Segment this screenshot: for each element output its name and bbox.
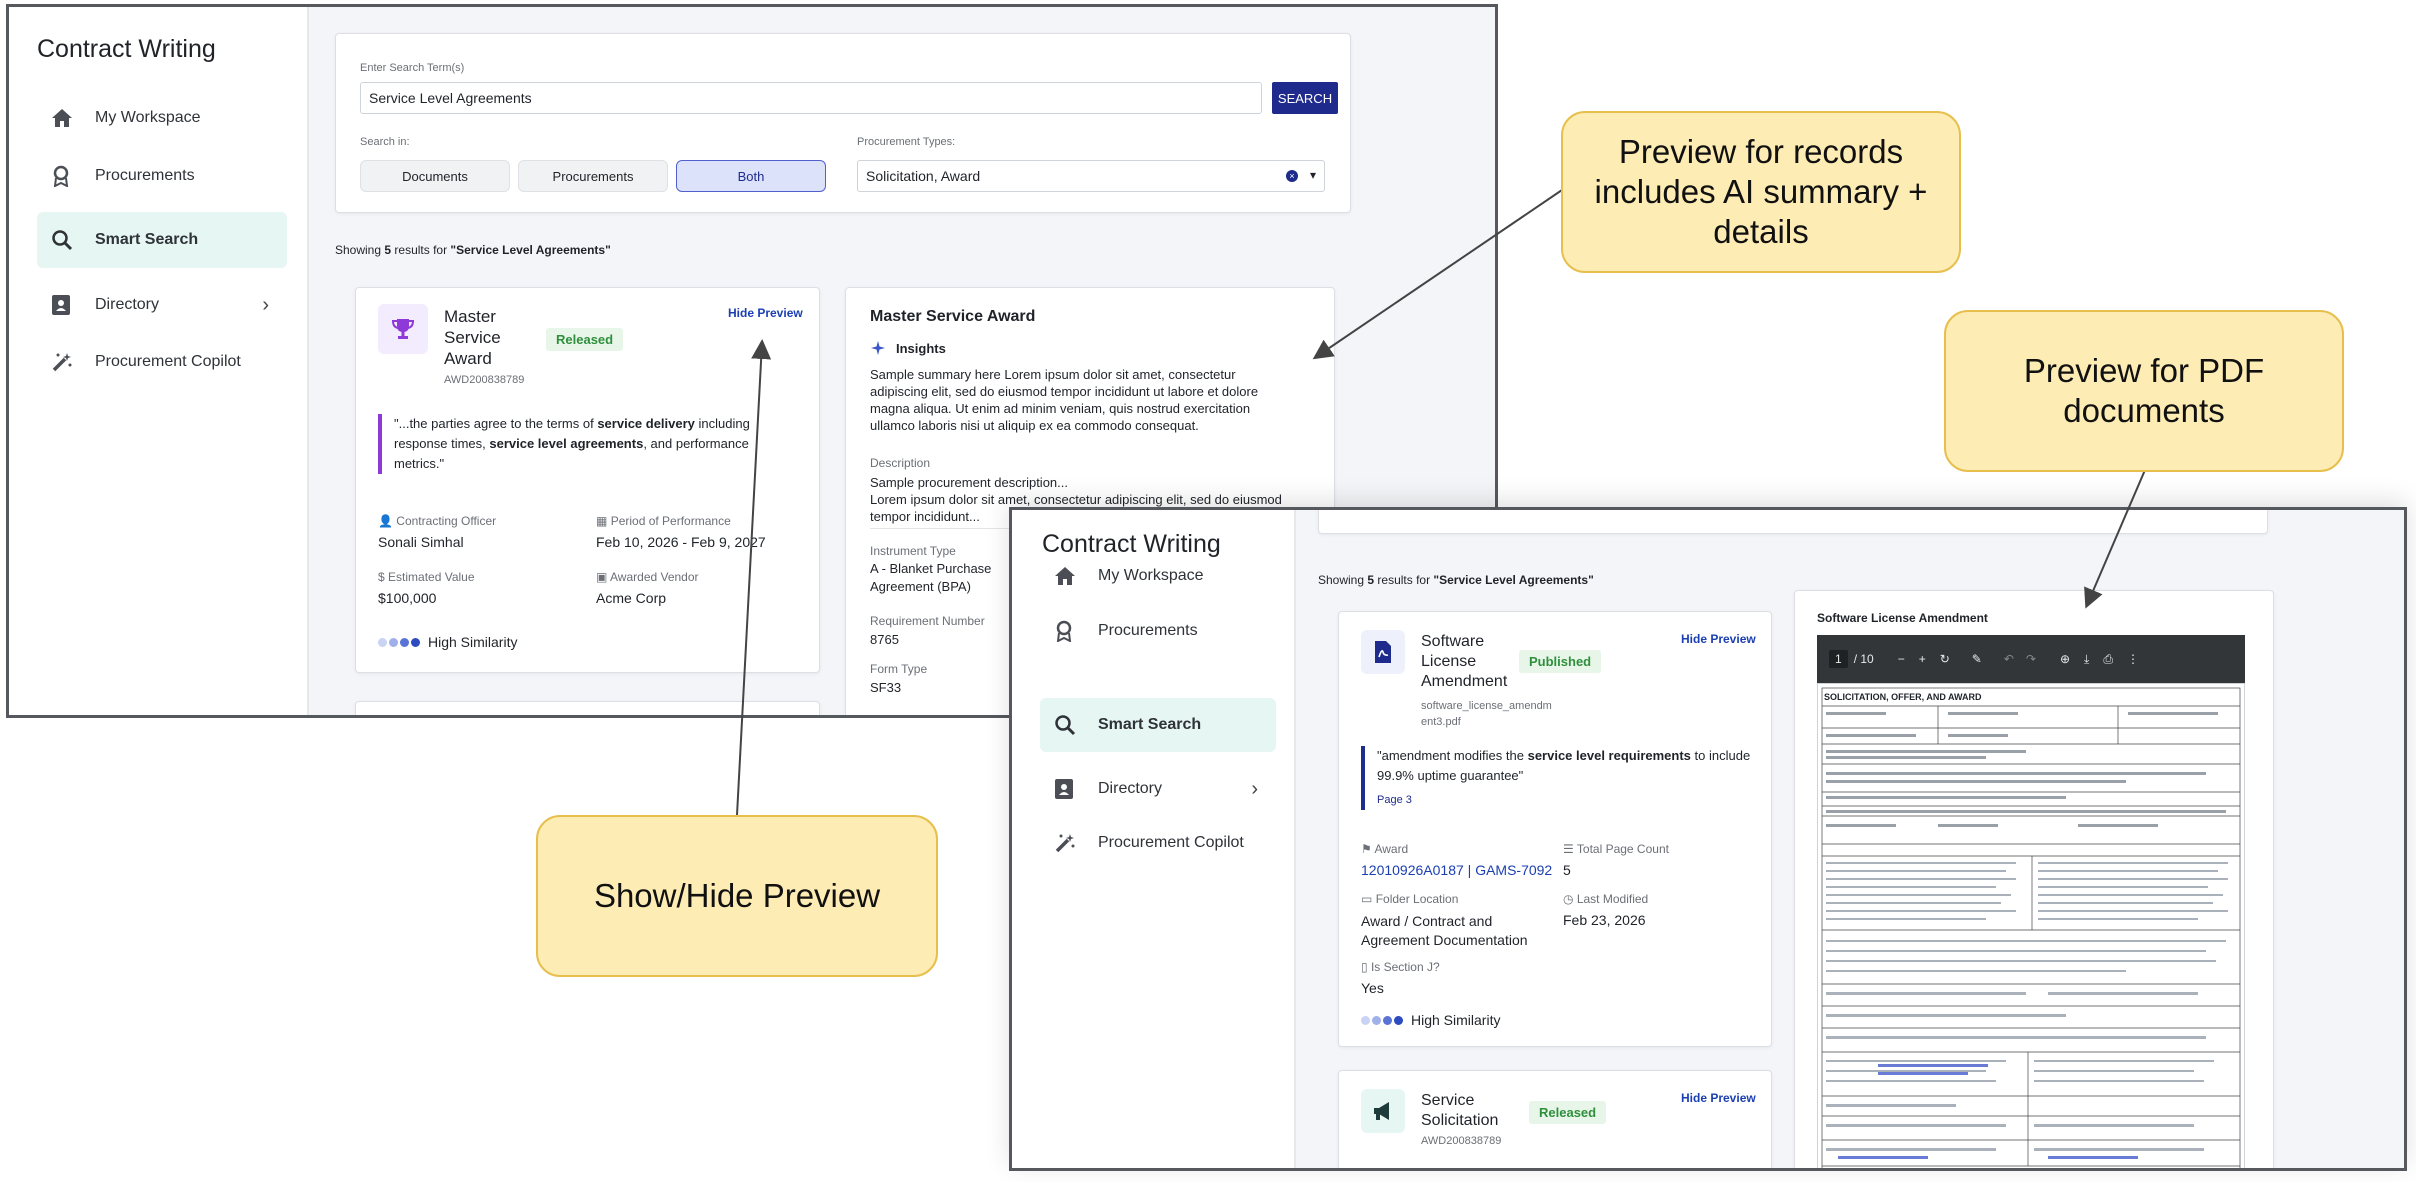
arrow-to-hide-preview <box>736 339 772 816</box>
callout-arrows <box>736 189 2146 816</box>
callout-show-hide-preview: Show/Hide Preview <box>536 815 938 977</box>
callout-pdf-preview: Preview for PDF documents <box>1944 310 2344 472</box>
callout-record-preview: Preview for records includes AI summary … <box>1561 111 1961 273</box>
arrow-to-pdf-preview <box>2084 469 2146 609</box>
arrow-to-record-preview <box>1312 189 1563 360</box>
